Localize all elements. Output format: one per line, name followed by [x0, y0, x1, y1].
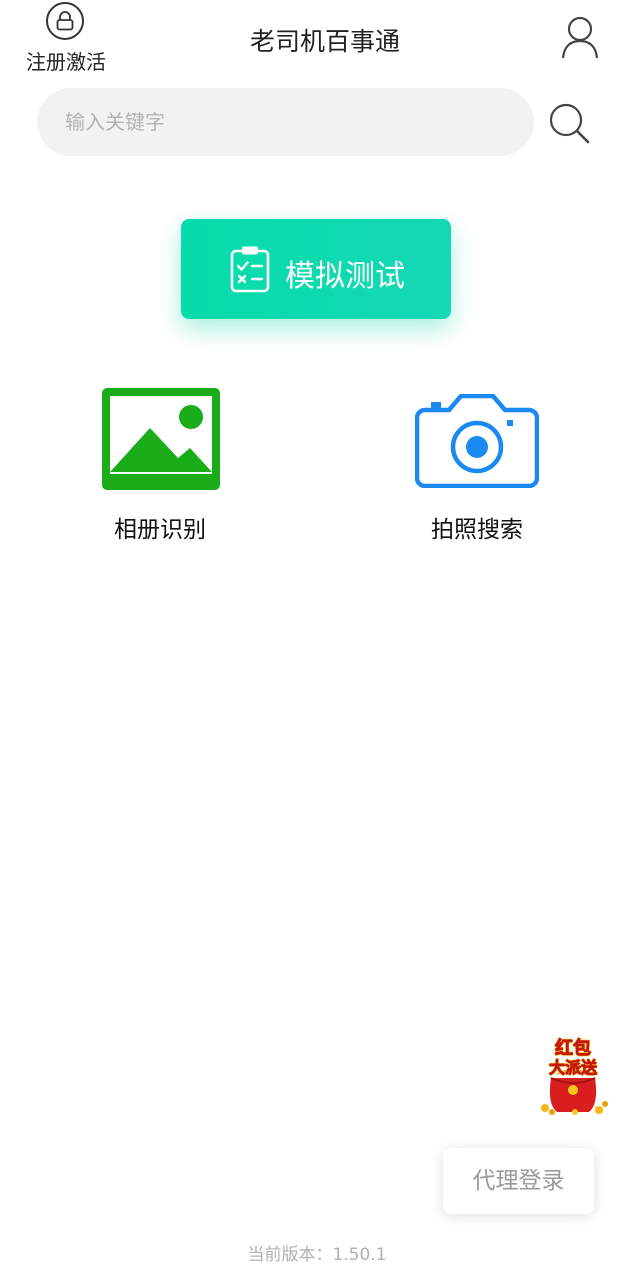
app-title: 老司机百事通 [249, 27, 400, 56]
version-info: 当前版本：1.50.1 [0, 1240, 630, 1265]
album-recognition-button[interactable]: 相册识别 [80, 388, 240, 548]
camera-icon [415, 394, 539, 488]
search-input[interactable] [37, 88, 534, 156]
mock-test-button[interactable]: 模拟测试 [181, 219, 451, 319]
image-icon [102, 388, 220, 490]
user-profile-button[interactable] [556, 14, 604, 62]
promo-line2: 大派送 [548, 1058, 598, 1078]
clipboard-checklist-icon [230, 246, 270, 293]
photo-search-button[interactable]: 拍照搜索 [397, 388, 557, 548]
agent-login-button[interactable]: 代理登录 [443, 1148, 594, 1214]
header: 注册激活 老司机百事通 [0, 0, 630, 80]
mock-test-label: 模拟测试 [285, 259, 405, 294]
version-number: 1.50.1 [332, 1245, 387, 1265]
version-label: 当前版本： [247, 1245, 333, 1265]
search-button[interactable] [546, 100, 592, 146]
red-envelope-promo[interactable]: 红包 大派送 [537, 1034, 609, 1116]
home-screen: 注册激活 老司机百事通 模拟测试 [0, 0, 630, 1280]
search-icon [549, 103, 590, 144]
user-icon [561, 16, 599, 59]
photo-search-label: 拍照搜索 [431, 517, 523, 543]
album-recognition-label: 相册识别 [114, 517, 206, 543]
